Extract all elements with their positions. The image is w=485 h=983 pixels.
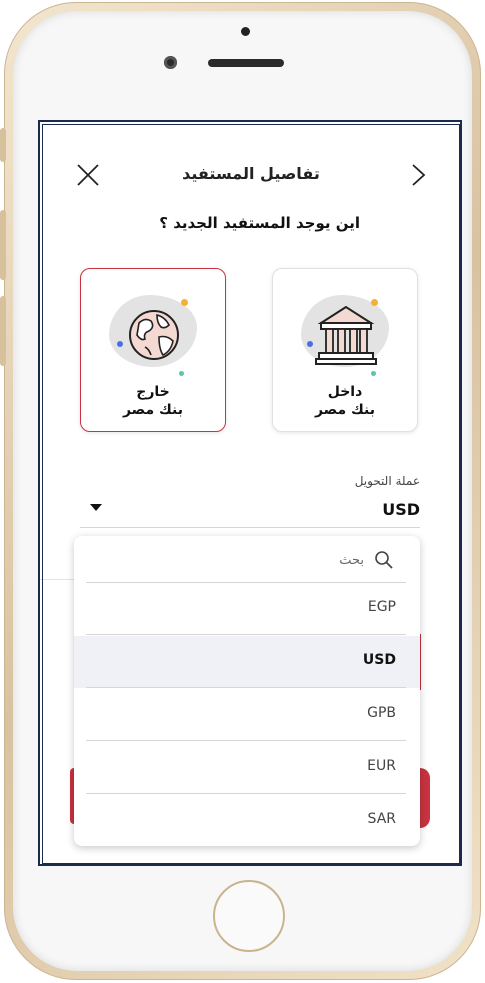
front-camera <box>241 27 250 36</box>
currency-select-value[interactable]: USD <box>382 500 420 519</box>
bank-icon <box>315 305 377 365</box>
option-gpb[interactable]: GPB <box>74 689 420 741</box>
search-input[interactable] <box>142 548 366 572</box>
card-inside-label: داخل بنك مصر <box>273 383 417 419</box>
divider <box>86 793 406 794</box>
globe-icon <box>129 310 179 360</box>
divider <box>86 634 406 635</box>
currency-dropdown: EGP USD GPB EUR SAR <box>74 536 420 846</box>
page-title: تفاصيل المستفيد <box>182 164 320 183</box>
chevron-right-icon[interactable] <box>405 162 431 188</box>
card-outside-bank[interactable]: خارج بنك مصر <box>80 268 226 432</box>
option-label: SAR <box>367 811 396 827</box>
search-icon <box>375 551 393 569</box>
currency-label: عملة التحويل <box>354 474 420 488</box>
card-inside-bank[interactable]: داخل بنك مصر <box>272 268 418 432</box>
dropdown-arrow-icon[interactable] <box>90 504 102 511</box>
divider <box>86 740 406 741</box>
option-label: USD <box>362 652 396 668</box>
card-inside-line1: داخل <box>327 384 363 400</box>
volume-down-button <box>0 296 6 366</box>
currency-underline <box>80 527 420 528</box>
close-icon[interactable] <box>75 162 101 188</box>
divider <box>86 687 406 688</box>
option-usd[interactable]: USD <box>74 636 420 688</box>
option-label: EGP <box>367 599 396 615</box>
volume-up-button <box>0 210 6 280</box>
option-label: EUR <box>367 758 396 774</box>
option-eur[interactable]: EUR <box>74 742 420 794</box>
option-label: GPB <box>367 705 396 721</box>
option-sar[interactable]: SAR <box>74 795 420 846</box>
location-question: اين يوجد المستفيد الجديد ؟ <box>159 214 360 232</box>
search-row <box>74 536 420 582</box>
card-outside-line1: خارج <box>136 384 170 400</box>
card-inside-line2: بنك مصر <box>314 402 376 418</box>
card-outside-line2: بنك مصر <box>122 402 184 418</box>
option-egp[interactable]: EGP <box>74 583 420 635</box>
mute-switch <box>0 128 6 162</box>
camera-lens <box>164 56 177 69</box>
earpiece-speaker <box>208 59 284 67</box>
app-screen: تفاصيل المستفيد اين يوجد المستفيد الجديد… <box>38 120 462 866</box>
card-outside-label: خارج بنك مصر <box>81 383 225 419</box>
home-button[interactable] <box>213 880 285 952</box>
